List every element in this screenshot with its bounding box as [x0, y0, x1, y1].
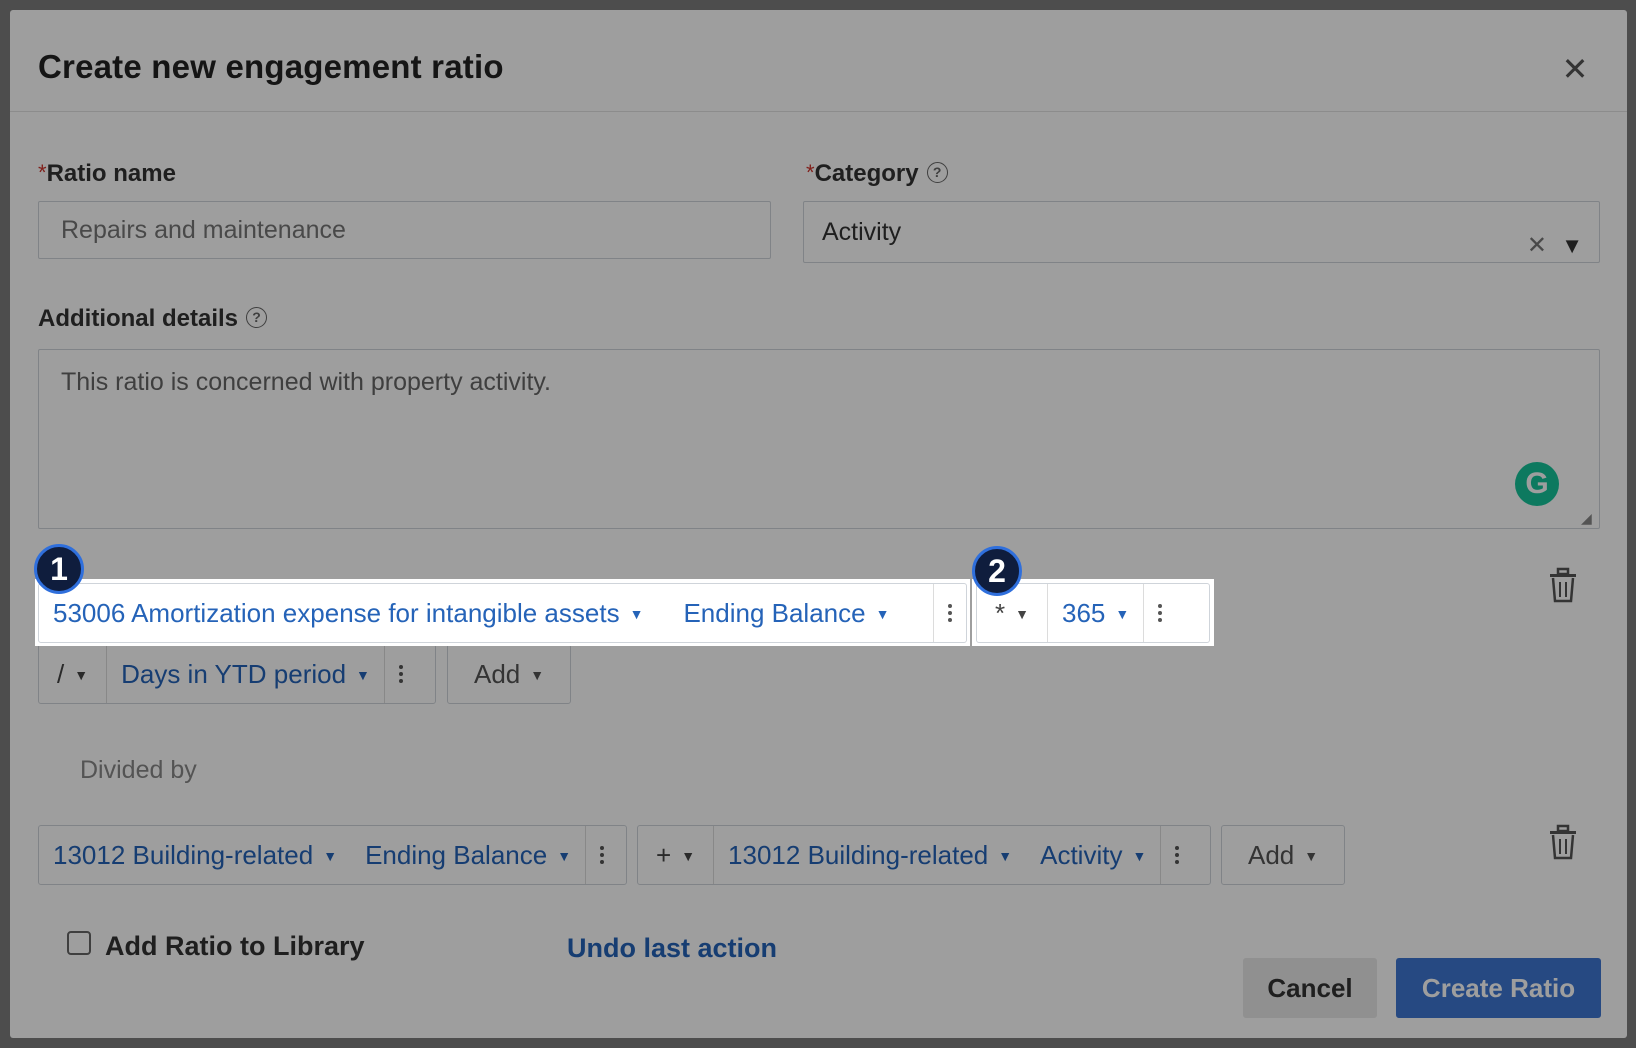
more-options-icon[interactable] — [933, 584, 966, 642]
operator-dropdown[interactable]: / ▼ — [39, 645, 106, 703]
close-icon[interactable]: ✕ — [1558, 52, 1592, 86]
callout-badge-2: 2 — [972, 546, 1022, 596]
ratio-name-value: Repairs and maintenance — [61, 216, 346, 244]
measure-label: Ending Balance — [365, 839, 548, 870]
help-icon[interactable]: ? — [246, 307, 268, 329]
formula-group-multiplier: * ▼ 365 ▼ — [976, 583, 1210, 643]
chevron-down-icon[interactable]: ▼ — [1561, 216, 1583, 276]
formula-group-denominator-2: + ▼ 13012 Building-related ▼ Activity ▼ — [637, 825, 1211, 885]
value-dropdown[interactable]: 365 ▼ — [1046, 584, 1143, 642]
caret-down-icon: ▼ — [998, 848, 1013, 864]
additional-details-label-text: Additional details — [38, 305, 239, 332]
category-label-text: Category — [814, 160, 919, 187]
add-term-button[interactable]: Add ▼ — [1221, 825, 1346, 885]
additional-details-value: This ratio is concerned with property ac… — [61, 368, 552, 396]
grammarly-icon[interactable]: G — [1515, 462, 1559, 506]
create-ratio-button[interactable]: Create Ratio — [1396, 958, 1601, 1018]
create-ratio-dialog: Create new engagement ratio ✕ *Ratio nam… — [10, 10, 1627, 1038]
required-mark: * — [38, 160, 47, 185]
account-dropdown[interactable]: 53006 Amortization expense for intangibl… — [39, 584, 657, 642]
measure-label: Ending Balance — [683, 597, 866, 628]
additional-details-label: Additional details? — [38, 305, 268, 333]
undo-last-action-link[interactable]: Undo last action — [567, 933, 777, 964]
formula-group-days: / ▼ Days in YTD period ▼ — [38, 644, 436, 704]
account-label: 13012 Building-related — [728, 839, 989, 870]
add-term-button[interactable]: Add ▼ — [447, 644, 572, 704]
account-dropdown[interactable]: 13012 Building-related ▼ — [713, 826, 1026, 884]
category-label: *Category? — [806, 160, 948, 188]
more-options-icon[interactable] — [1160, 826, 1193, 884]
ratio-name-input[interactable]: Repairs and maintenance — [38, 201, 771, 259]
dialog-title: Create new engagement ratio — [38, 48, 504, 85]
add-to-library-label: Add Ratio to Library — [105, 931, 365, 961]
value-label: 365 — [1061, 597, 1106, 628]
formula-group-amortization: 53006 Amortization expense for intangibl… — [38, 583, 967, 643]
ratio-name-label: *Ratio name — [38, 160, 176, 188]
category-value: Activity — [822, 218, 902, 246]
more-options-icon[interactable] — [1143, 584, 1176, 642]
cancel-button[interactable]: Cancel — [1243, 958, 1377, 1018]
additional-details-textarea[interactable]: This ratio is concerned with property ac… — [38, 349, 1600, 529]
caret-down-icon: ▼ — [681, 848, 696, 864]
caret-down-icon: ▼ — [1115, 606, 1130, 622]
trash-icon[interactable] — [1546, 823, 1580, 861]
value-dropdown[interactable]: Days in YTD period ▼ — [106, 645, 384, 703]
ratio-name-label-text: Ratio name — [46, 160, 176, 187]
caret-down-icon: ▼ — [1015, 606, 1029, 622]
trash-icon[interactable] — [1546, 566, 1580, 604]
clear-icon[interactable]: ✕ — [1527, 216, 1547, 276]
operator-value: / — [57, 658, 65, 689]
account-label: 13012 Building-related — [53, 839, 314, 870]
caret-down-icon: ▼ — [629, 606, 644, 622]
caret-down-icon: ▼ — [557, 848, 572, 864]
category-select[interactable]: Activity ✕ ▼ — [803, 201, 1600, 263]
caret-down-icon: ▼ — [1304, 848, 1319, 864]
help-icon[interactable]: ? — [926, 162, 948, 184]
add-to-library-checkbox[interactable] — [67, 931, 91, 955]
add-label: Add — [1248, 839, 1295, 870]
caret-down-icon: ▼ — [323, 848, 338, 864]
account-dropdown[interactable]: 13012 Building-related ▼ — [39, 826, 351, 884]
resize-handle-icon[interactable]: ◢ — [1581, 510, 1597, 526]
measure-label: Activity — [1040, 839, 1123, 870]
formula-group-denominator-1: 13012 Building-related ▼ Ending Balance ▼ — [38, 825, 627, 885]
callout-badge-1: 1 — [34, 544, 84, 594]
caret-down-icon: ▼ — [1132, 848, 1147, 864]
operator-value: * — [995, 597, 1006, 628]
measure-dropdown[interactable]: Ending Balance ▼ — [657, 584, 903, 642]
caret-down-icon: ▼ — [74, 667, 89, 683]
operator-value: + — [656, 839, 672, 870]
measure-dropdown[interactable]: Ending Balance ▼ — [351, 826, 585, 884]
more-options-icon[interactable] — [383, 645, 417, 703]
operator-dropdown[interactable]: + ▼ — [638, 826, 713, 884]
dialog-header: Create new engagement ratio ✕ — [10, 10, 1627, 112]
highlight-area-1: 53006 Amortization expense for intangibl… — [35, 579, 970, 646]
add-label: Add — [474, 658, 521, 689]
caret-down-icon: ▼ — [875, 606, 890, 622]
account-label: 53006 Amortization expense for intangibl… — [53, 597, 620, 628]
required-mark: * — [806, 160, 815, 185]
caret-down-icon: ▼ — [530, 667, 545, 683]
measure-dropdown[interactable]: Activity ▼ — [1026, 826, 1160, 884]
more-options-icon[interactable] — [585, 826, 618, 884]
caret-down-icon: ▼ — [356, 667, 370, 683]
value-label: Days in YTD period — [121, 658, 347, 689]
divided-by-label: Divided by — [80, 756, 197, 784]
